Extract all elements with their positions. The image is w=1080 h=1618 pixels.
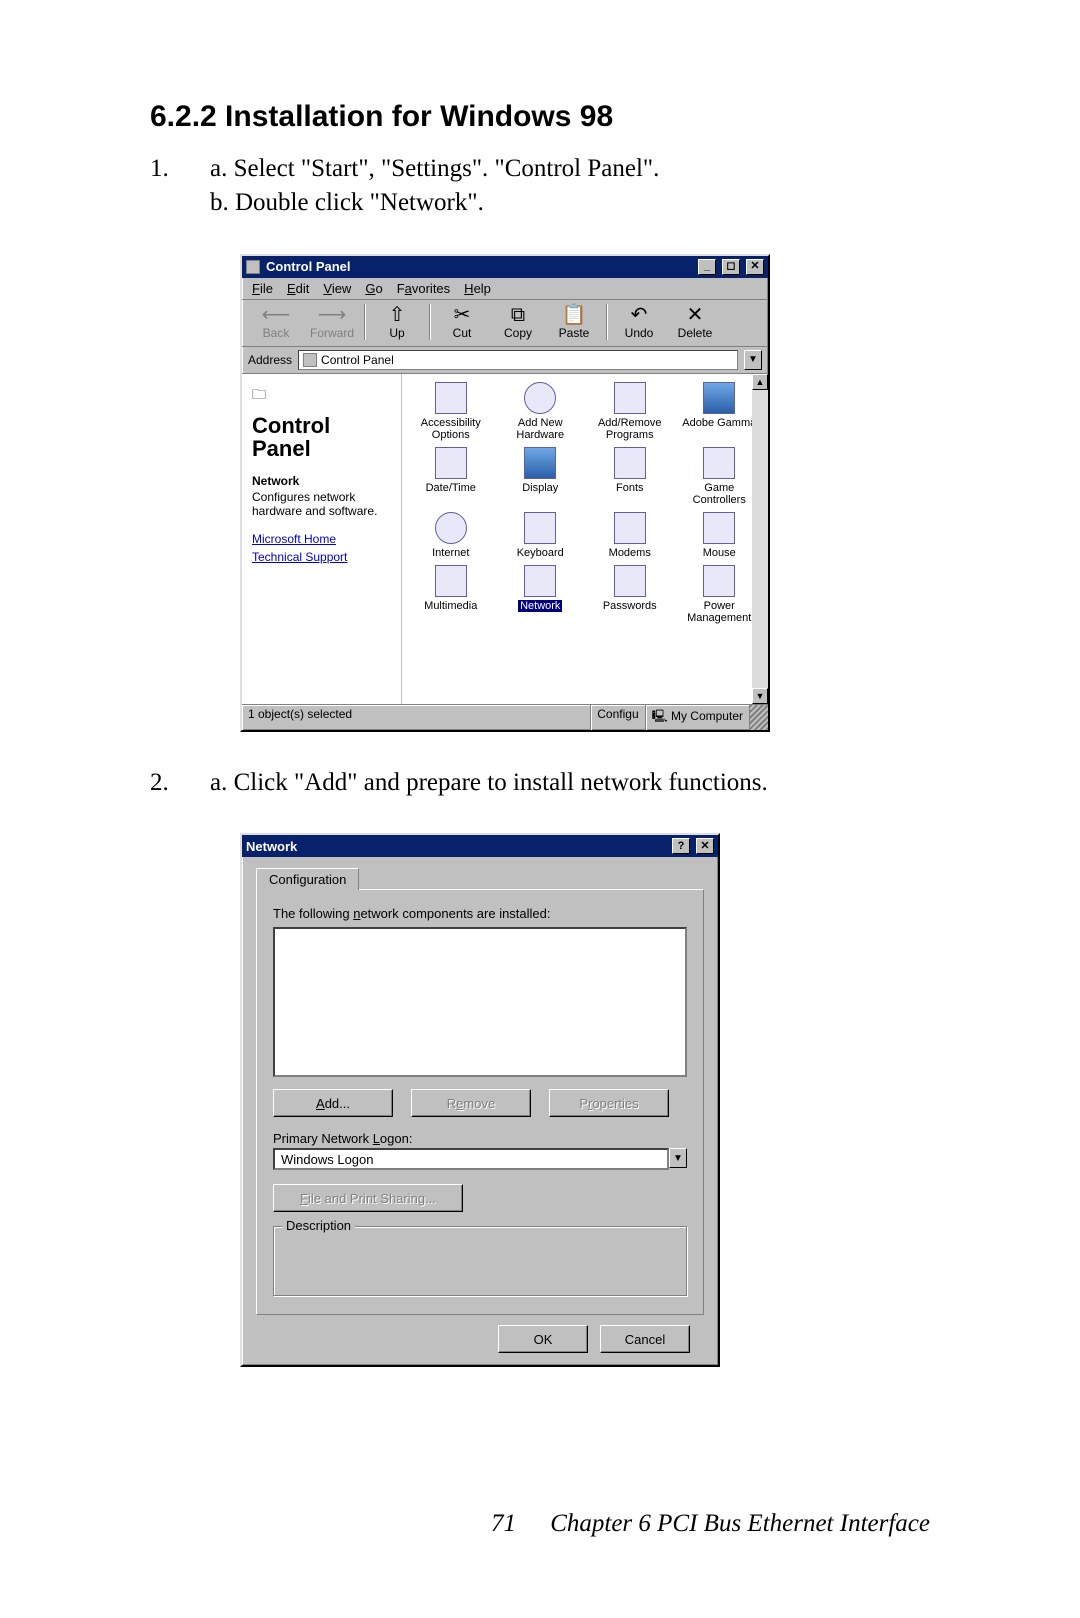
close-button[interactable]: ✕: [696, 838, 714, 854]
window-title: Control Panel: [266, 259, 351, 274]
status-selection: 1 object(s) selected: [242, 705, 591, 730]
icon-game-controllers[interactable]: Game Controllers: [677, 447, 763, 506]
menu-bar: File Edit View Go Favorites Help: [242, 278, 768, 300]
section-heading: 6.2.2 Installation for Windows 98: [150, 100, 930, 134]
step-1a-text: a. Select "Start", "Settings". "Control …: [210, 152, 930, 186]
description-groupbox: Description: [273, 1226, 687, 1296]
titlebar[interactable]: Control Panel _ ◻ ✕: [242, 256, 768, 278]
tb-cut[interactable]: ✂Cut: [434, 304, 490, 340]
step-2-number: 2.: [150, 766, 210, 800]
step-1b-text: b. Double click "Network".: [210, 186, 930, 220]
icon-internet[interactable]: Internet: [408, 512, 494, 559]
toolbar-separator: [606, 304, 607, 340]
tb-undo[interactable]: ↶Undo: [611, 304, 667, 340]
icon-passwords[interactable]: Passwords: [587, 565, 673, 624]
components-label: The following network components are ins…: [273, 906, 687, 921]
menu-edit[interactable]: Edit: [287, 281, 309, 296]
maximize-button[interactable]: ◻: [722, 259, 740, 275]
scroll-down-button[interactable]: ▼: [752, 688, 768, 704]
primary-logon-combo[interactable]: Windows Logon: [273, 1148, 669, 1170]
close-button[interactable]: ✕: [746, 259, 764, 275]
address-field[interactable]: Control Panel: [298, 350, 738, 370]
components-listbox[interactable]: [273, 927, 687, 1077]
description-legend: Description: [282, 1218, 355, 1233]
address-dropdown-button[interactable]: ▼: [744, 350, 762, 370]
add-button[interactable]: Add...: [273, 1089, 393, 1117]
chapter-title: Chapter 6 PCI Bus Ethernet Interface: [550, 1510, 930, 1537]
menu-go[interactable]: Go: [365, 281, 382, 296]
tb-delete[interactable]: ✕Delete: [667, 304, 723, 340]
icon-accessibility-options[interactable]: Accessibility Options: [408, 382, 494, 441]
address-label: Address: [248, 353, 292, 367]
menu-favorites[interactable]: Favorites: [397, 281, 450, 296]
remove-button[interactable]: Remove: [411, 1089, 531, 1117]
resize-grip[interactable]: [750, 705, 768, 730]
tb-paste[interactable]: 📋Paste: [546, 304, 602, 340]
toolbar-separator: [364, 304, 365, 340]
toolbar: ⟵Back ⟶Forward ⇧Up ✂Cut ⧉Copy 📋Paste ↶Un…: [242, 300, 768, 347]
help-button[interactable]: ?: [672, 838, 690, 854]
selected-item-name: Network: [252, 474, 391, 488]
control-panel-window: Control Panel _ ◻ ✕ File Edit View Go Fa…: [240, 254, 770, 732]
tb-back[interactable]: ⟵Back: [248, 304, 304, 340]
status-detail: Configu: [591, 705, 645, 730]
icon-display[interactable]: Display: [498, 447, 584, 506]
folder-large-icon: 🗀: [252, 384, 391, 408]
primary-logon-dropdown-button[interactable]: ▼: [669, 1148, 687, 1168]
info-pane-title: Control Panel: [252, 414, 391, 460]
scroll-track[interactable]: [752, 390, 768, 688]
scroll-up-button[interactable]: ▲: [752, 374, 768, 390]
icon-network[interactable]: Network: [498, 565, 584, 624]
page-footer: 71 Chapter 6 PCI Bus Ethernet Interface: [491, 1510, 930, 1538]
toolbar-separator: [429, 304, 430, 340]
tb-forward[interactable]: ⟶Forward: [304, 304, 360, 340]
address-icon: [303, 353, 317, 367]
icon-mouse[interactable]: Mouse: [677, 512, 763, 559]
tb-copy[interactable]: ⧉Copy: [490, 304, 546, 340]
info-pane: 🗀 Control Panel Network Configures netwo…: [242, 374, 402, 704]
tb-up[interactable]: ⇧Up: [369, 304, 425, 340]
icon-add-remove-programs[interactable]: Add/Remove Programs: [587, 382, 673, 441]
primary-logon-label: Primary Network Logon:: [273, 1131, 687, 1146]
address-value: Control Panel: [321, 353, 394, 367]
menu-view[interactable]: View: [323, 281, 351, 296]
menu-help[interactable]: Help: [464, 281, 491, 296]
menu-file[interactable]: File: [252, 281, 273, 296]
scrollbar[interactable]: ▲ ▼: [752, 374, 768, 704]
titlebar[interactable]: Network ? ✕: [242, 835, 718, 857]
icon-adobe-gamma[interactable]: Adobe Gamma: [677, 382, 763, 441]
step-2a-text: a. Click "Add" and prepare to install ne…: [210, 766, 930, 800]
file-print-sharing-button[interactable]: File and Print Sharing...: [273, 1184, 463, 1212]
tab-configuration[interactable]: Configuration: [256, 868, 359, 890]
status-zone: 🖳 My Computer: [646, 705, 750, 730]
icon-multimedia[interactable]: Multimedia: [408, 565, 494, 624]
icon-fonts[interactable]: Fonts: [587, 447, 673, 506]
icon-date-time[interactable]: Date/Time: [408, 447, 494, 506]
minimize-button[interactable]: _: [698, 259, 716, 275]
icon-keyboard[interactable]: Keyboard: [498, 512, 584, 559]
network-dialog: Network ? ✕ Configuration The following …: [240, 833, 720, 1367]
link-ms-home[interactable]: Microsoft Home: [252, 532, 391, 546]
link-tech-support[interactable]: Technical Support: [252, 550, 391, 564]
icon-add-new-hardware[interactable]: Add New Hardware: [498, 382, 584, 441]
cancel-button[interactable]: Cancel: [600, 1325, 690, 1353]
ok-button[interactable]: OK: [498, 1325, 588, 1353]
icon-grid: Accessibility Options Add New Hardware A…: [402, 374, 768, 633]
selected-item-desc: Configures network hardware and software…: [252, 490, 391, 519]
icon-modems[interactable]: Modems: [587, 512, 673, 559]
tab-page: The following network components are ins…: [256, 889, 704, 1315]
properties-button[interactable]: Properties: [549, 1089, 669, 1117]
page-number: 71: [491, 1510, 516, 1537]
step-1-number: 1.: [150, 152, 210, 220]
window-icon: [246, 260, 260, 274]
icon-power-management[interactable]: Power Management: [677, 565, 763, 624]
status-bar: 1 object(s) selected Configu 🖳 My Comput…: [242, 704, 768, 730]
window-title: Network: [246, 839, 297, 854]
